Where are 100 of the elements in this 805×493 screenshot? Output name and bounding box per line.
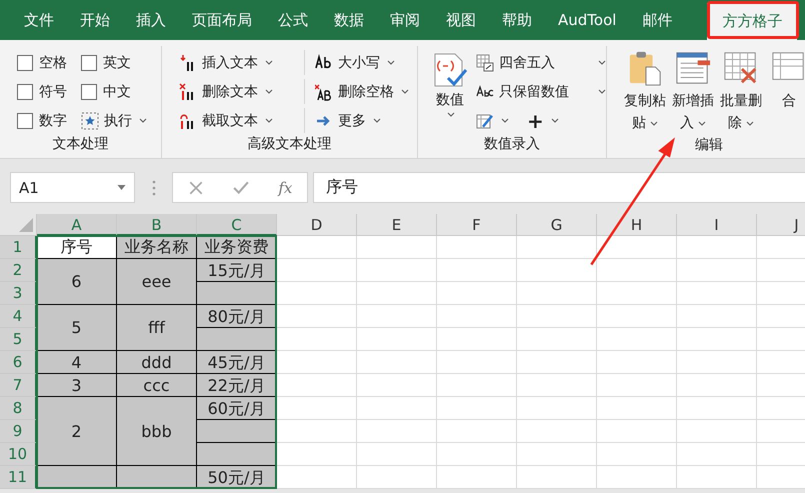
row-header[interactable]: 5 <box>0 328 37 351</box>
column-header[interactable]: E <box>357 214 437 236</box>
row-header[interactable]: 11 <box>0 466 37 489</box>
checkbox-box[interactable] <box>81 54 97 70</box>
column-header[interactable]: D <box>277 214 357 236</box>
ribbon-tab[interactable]: 视图 <box>433 0 489 40</box>
ribbon-button[interactable]: 复制粘贴 <box>623 48 667 134</box>
table-cell: 业务资费 <box>197 236 277 259</box>
caret-icon <box>698 120 706 126</box>
checkbox[interactable]: 中文 <box>81 79 161 104</box>
checkbox-label: 空格 <box>39 54 67 72</box>
ribbon-button[interactable]: 只保留数值 <box>476 79 606 104</box>
ribbon-tab[interactable]: 开始 <box>67 0 123 40</box>
ribbon-button[interactable]: 插入文本 <box>179 50 304 75</box>
table-cell: 序号 <box>37 236 117 259</box>
row-header[interactable]: 6 <box>0 351 37 374</box>
caret-icon <box>139 118 147 123</box>
caret-icon <box>550 118 559 123</box>
ribbon-tab[interactable]: 审阅 <box>377 0 433 40</box>
checkbox-label: 英文 <box>103 54 131 72</box>
checkbox[interactable]: 符号 <box>17 79 81 104</box>
checkbox[interactable]: 英文 <box>81 50 161 75</box>
row-header[interactable]: 10 <box>0 443 37 466</box>
ribbon-button[interactable]: 删除文本 <box>179 79 304 104</box>
ribbon-button[interactable]: 删除空格 <box>304 79 419 104</box>
column-header[interactable]: B <box>117 214 197 236</box>
row-header[interactable]: 4 <box>0 305 37 328</box>
ribbon-tab[interactable]: 页面布局 <box>179 0 265 40</box>
table-cell: 3 <box>37 374 117 397</box>
table-cell: 5 <box>37 305 117 351</box>
table-delete-icon <box>723 50 759 86</box>
ribbon-button[interactable]: 大小写 <box>304 50 419 75</box>
ribbon-button[interactable]: 截取文本 <box>179 108 304 133</box>
ribbon-tab[interactable]: 邮件 <box>629 0 686 40</box>
checkbox[interactable]: 空格 <box>17 50 81 75</box>
ribbon-tab[interactable]: AudTool <box>545 0 630 40</box>
add-button[interactable]: + <box>527 108 559 133</box>
column-header[interactable]: A <box>37 214 117 236</box>
row-header[interactable]: 9 <box>0 420 37 443</box>
group-title: 高级文本处理 <box>246 135 332 154</box>
group-title: 编辑 <box>694 136 724 155</box>
caret-icon <box>447 112 455 117</box>
grip-icon <box>152 180 156 196</box>
ribbon-button[interactable]: 更多 <box>304 108 419 133</box>
row-header[interactable]: 7 <box>0 374 37 397</box>
column-header[interactable]: I <box>677 214 757 236</box>
table-cell: 业务名称 <box>117 236 197 259</box>
pencil-table-icon <box>476 112 494 130</box>
caret-icon <box>598 89 606 94</box>
table-cell: 4 <box>37 351 117 374</box>
caret-icon <box>598 60 606 65</box>
check-icon[interactable] <box>232 180 249 196</box>
ribbon-button[interactable]: 批量删除 <box>719 48 763 134</box>
ribbon-button[interactable]: 四舍五入 <box>476 50 606 75</box>
ribbon-tab[interactable]: 文件 <box>11 0 67 40</box>
column-header[interactable]: C <box>197 214 277 236</box>
group-title: 文本处理 <box>52 135 110 154</box>
column-header[interactable]: F <box>437 214 517 236</box>
table-cell: 60元/月 <box>197 397 277 420</box>
name-box[interactable]: A1 <box>10 172 135 203</box>
table-cell: ddd <box>117 351 197 374</box>
checkbox-label: 中文 <box>103 82 131 100</box>
ribbon-tab[interactable]: 公式 <box>265 0 321 40</box>
table-cell: 6 <box>37 259 117 305</box>
checkbox-box[interactable] <box>17 84 33 100</box>
ribbon-tab[interactable]: 帮助 <box>489 0 545 40</box>
caret-icon <box>387 60 395 65</box>
caret-icon <box>650 120 658 126</box>
checkbox-box[interactable] <box>17 112 33 128</box>
table-cell: 22元/月 <box>197 374 277 397</box>
table-cell: 15元/月 <box>197 259 277 282</box>
checkbox-box[interactable] <box>17 54 33 70</box>
checkbox-label: 数字 <box>39 112 67 130</box>
table-cell: 2 <box>37 397 117 466</box>
ribbon-tab[interactable]: 数据 <box>321 0 377 40</box>
column-header[interactable]: J <box>757 214 805 236</box>
number-icon <box>432 52 468 88</box>
caret-icon <box>265 118 273 123</box>
column-header[interactable]: G <box>517 214 597 236</box>
row-header[interactable]: 3 <box>0 282 37 305</box>
row-header[interactable]: 8 <box>0 397 37 420</box>
ribbon-button[interactable]: 合 <box>767 48 805 134</box>
table-cell: ccc <box>117 374 197 397</box>
row-header[interactable]: 2 <box>0 259 37 282</box>
delete-space-icon <box>315 82 333 100</box>
group-title: 数值录入 <box>483 135 541 154</box>
ribbon-button[interactable]: 新增插入 <box>671 48 715 134</box>
row-header[interactable]: 1 <box>0 236 37 259</box>
formula-input[interactable]: 序号 <box>313 172 805 203</box>
column-header[interactable]: H <box>597 214 677 236</box>
caret-icon <box>265 60 273 65</box>
insert-function-button[interactable]: fx <box>278 178 292 196</box>
number-button[interactable]: 数值 <box>432 50 468 133</box>
ribbon-tab[interactable]: 插入 <box>123 0 179 40</box>
table-cell: 45元/月 <box>197 351 277 374</box>
execute-button[interactable]: 执行 <box>81 108 161 133</box>
caret-icon <box>501 118 509 123</box>
checkbox[interactable]: 数字 <box>17 108 81 133</box>
table-cell: bbb <box>117 397 197 466</box>
checkbox-box[interactable] <box>81 84 97 100</box>
